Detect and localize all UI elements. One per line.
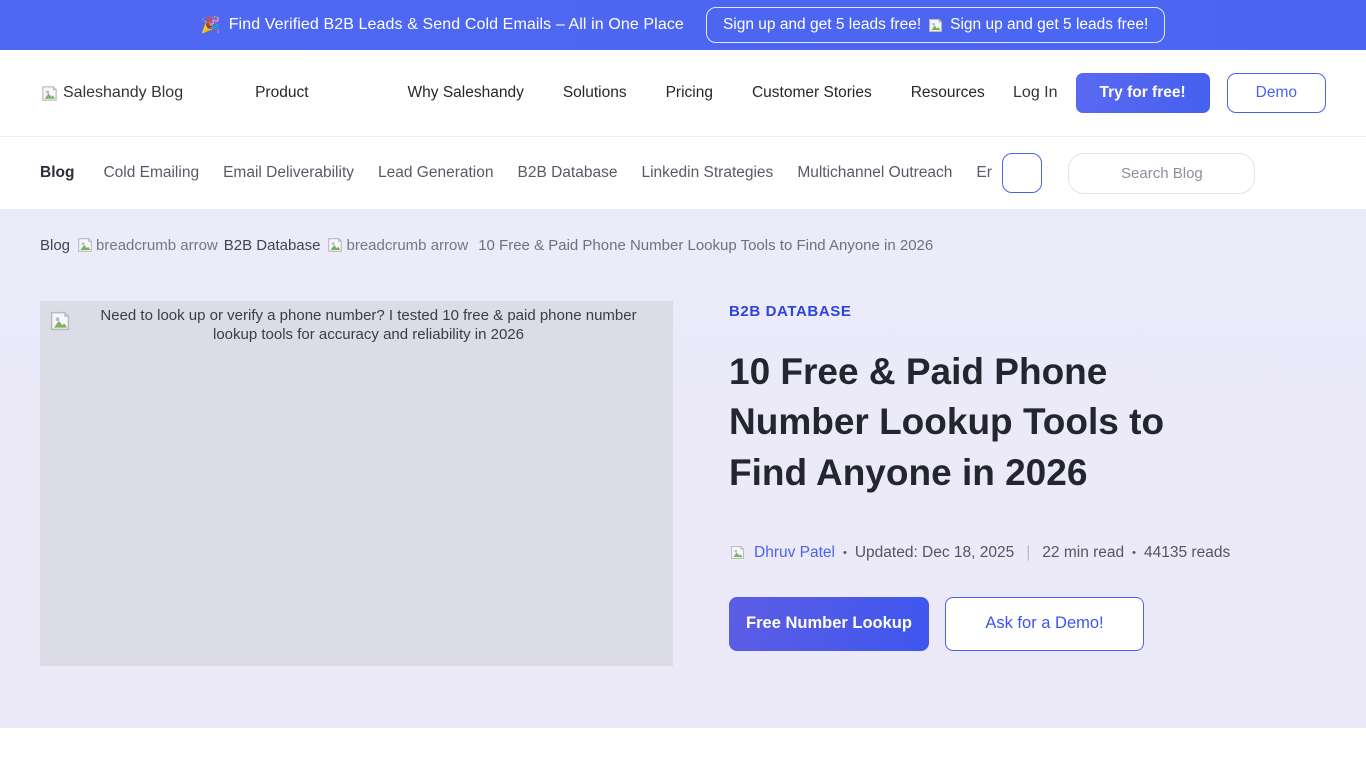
breadcrumb-arrow-alt: breadcrumb arrow <box>346 237 468 254</box>
header-actions: Log In Try for free! Demo <box>1013 73 1326 113</box>
breadcrumb-arrow: breadcrumb arrow <box>76 236 218 254</box>
article-cta-row: Free Number Lookup Ask for a Demo! <box>729 597 1249 651</box>
article-hero-content: Need to look up or verify a phone number… <box>40 301 1326 666</box>
signup-leads-button[interactable]: Sign up and get 5 leads free! Sign up an… <box>706 7 1165 43</box>
demo-button[interactable]: Demo <box>1227 73 1326 113</box>
ask-for-demo-button[interactable]: Ask for a Demo! <box>945 597 1144 651</box>
main-header: Saleshandy Blog Product Why Saleshandy S… <box>0 50 1366 137</box>
main-nav: Product Why Saleshandy Solutions Pricing… <box>255 84 985 102</box>
saleshandy-logo[interactable]: Saleshandy Blog <box>40 84 183 103</box>
article-hero-section: Blog breadcrumb arrow B2B Database bread… <box>0 209 1366 728</box>
broken-image-icon <box>326 236 344 254</box>
nav-item-customer-stories[interactable]: Customer Stories <box>752 84 872 102</box>
page-bottom-whitespace <box>0 728 1366 768</box>
article-category-label[interactable]: B2B DATABASE <box>729 303 1249 320</box>
updated-date: Updated: Dec 18, 2025 <box>855 544 1014 562</box>
blog-category-nav: Blog Cold Emailing Email Deliverability … <box>0 137 1366 209</box>
search-input[interactable] <box>1068 153 1255 194</box>
author-link[interactable]: Dhruv Patel <box>754 544 835 562</box>
free-number-lookup-button[interactable]: Free Number Lookup <box>729 597 929 651</box>
login-link[interactable]: Log In <box>1013 84 1057 102</box>
featured-image-alt-text: Need to look up or verify a phone number… <box>72 307 665 345</box>
article-title: 10 Free & Paid Phone Number Lookup Tools… <box>729 347 1239 498</box>
breadcrumb-arrow: breadcrumb arrow <box>326 236 468 254</box>
meta-divider: | <box>1026 544 1030 562</box>
logo-alt-text: Saleshandy Blog <box>63 84 183 102</box>
breadcrumb-arrow-alt: breadcrumb arrow <box>96 237 218 254</box>
signup-leads-img-alt: Sign up and get 5 leads free! <box>950 16 1148 34</box>
blog-nav-item-cold-emailing[interactable]: Cold Emailing <box>103 164 199 182</box>
read-time: 22 min read <box>1042 544 1124 562</box>
nav-item-resources[interactable]: Resources <box>911 84 985 102</box>
breadcrumb: Blog breadcrumb arrow B2B Database bread… <box>40 209 1326 254</box>
nav-item-solutions[interactable]: Solutions <box>563 84 627 102</box>
article-head: B2B DATABASE 10 Free & Paid Phone Number… <box>729 301 1249 666</box>
nav-item-why-saleshandy[interactable]: Why Saleshandy <box>408 84 524 102</box>
meta-bullet: • <box>1132 547 1136 559</box>
party-popper-emoji: 🎉 <box>201 15 221 35</box>
blog-nav-item-b2b-database[interactable]: B2B Database <box>518 164 618 182</box>
blog-nav-item-blog[interactable]: Blog <box>40 164 74 182</box>
announcement-text: 🎉 Find Verified B2B Leads & Send Cold Em… <box>201 15 684 35</box>
try-for-free-button[interactable]: Try for free! <box>1076 73 1210 113</box>
announcement-banner: 🎉 Find Verified B2B Leads & Send Cold Em… <box>0 0 1366 50</box>
announcement-message: Find Verified B2B Leads & Send Cold Emai… <box>229 16 684 34</box>
blog-nav-item-multichannel-outreach[interactable]: Multichannel Outreach <box>797 164 952 182</box>
nav-item-product[interactable]: Product <box>255 84 308 102</box>
featured-image-broken: Need to look up or verify a phone number… <box>40 301 673 666</box>
meta-bullet: • <box>843 547 847 559</box>
reads-count: 44135 reads <box>1144 544 1230 562</box>
broken-image-icon <box>40 84 59 103</box>
blog-nav-item-truncated[interactable]: Er <box>976 164 994 182</box>
search-icon-button[interactable] <box>1002 153 1042 193</box>
author-avatar-broken-icon <box>729 544 746 561</box>
breadcrumb-link-blog[interactable]: Blog <box>40 237 70 254</box>
blog-nav-item-linkedin-strategies[interactable]: Linkedin Strategies <box>641 164 773 182</box>
breadcrumb-current-page: 10 Free & Paid Phone Number Lookup Tools… <box>478 237 933 254</box>
article-meta-row: Dhruv Patel • Updated: Dec 18, 2025 | 22… <box>729 544 1249 562</box>
broken-image-icon <box>48 309 72 333</box>
nav-item-pricing[interactable]: Pricing <box>666 84 713 102</box>
broken-image-icon <box>76 236 94 254</box>
breadcrumb-link-b2b-database[interactable]: B2B Database <box>224 237 321 254</box>
blog-nav-item-email-deliverability[interactable]: Email Deliverability <box>223 164 354 182</box>
broken-image-icon <box>927 17 944 34</box>
blog-nav-item-lead-generation[interactable]: Lead Generation <box>378 164 493 182</box>
signup-leads-label: Sign up and get 5 leads free! <box>723 16 921 34</box>
